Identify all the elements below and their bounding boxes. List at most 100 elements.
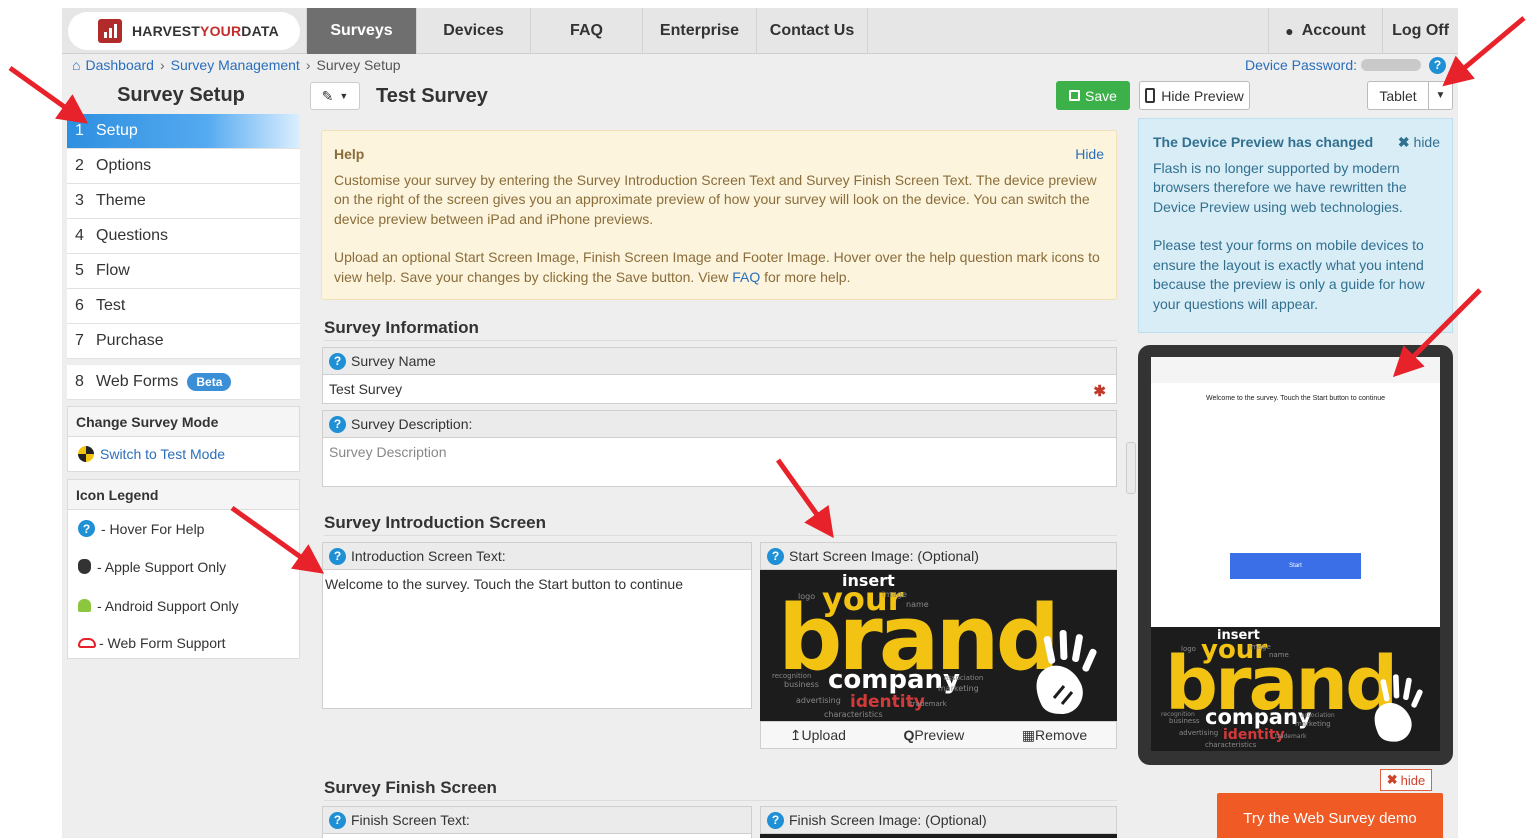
help-icon[interactable]: ?	[329, 811, 346, 829]
finish-screen-image	[760, 834, 1117, 838]
chevron-down-icon: ▼	[339, 91, 349, 101]
help-icon[interactable]: ?	[329, 415, 346, 433]
faq-link[interactable]: FAQ	[732, 269, 760, 285]
device-preview: Welcome to the survey. Touch the Start b…	[1138, 345, 1453, 765]
survey-name-input[interactable]: Test Survey ✱	[322, 375, 1117, 404]
breadcrumb-current: Survey Setup	[316, 57, 401, 73]
sidebar-title: Survey Setup	[117, 83, 245, 106]
breadcrumb-dashboard[interactable]: Dashboard	[85, 57, 154, 73]
handprint-icon	[1036, 629, 1097, 714]
start-image-label: ? Start Screen Image: (Optional)	[760, 542, 1117, 570]
user-icon: ●	[1285, 23, 1294, 39]
help-icon[interactable]: ?	[329, 547, 346, 565]
step-theme[interactable]: 3 Theme	[67, 184, 300, 219]
survey-information-heading: Survey Information	[324, 318, 1117, 341]
save-button[interactable]: Save	[1056, 81, 1130, 110]
step-setup[interactable]: 1 Setup	[67, 114, 300, 149]
device-screen-header	[1151, 357, 1440, 383]
nav-account[interactable]: ● Account	[1268, 8, 1382, 54]
change-mode-title: Change Survey Mode	[68, 407, 299, 437]
web-survey-demo-button[interactable]: Try the Web Survey demo	[1217, 793, 1443, 838]
intro-text-input[interactable]: Welcome to the survey. Touch the Start b…	[322, 570, 752, 709]
finish-screen-heading: Survey Finish Screen	[324, 778, 1117, 801]
upload-icon: ↥	[789, 726, 802, 743]
step-options[interactable]: 2 Options	[67, 149, 300, 184]
magnifier-icon: Q	[903, 727, 915, 743]
cloud-icon	[78, 637, 96, 648]
edit-title-dropdown[interactable]: ✎ ▼	[310, 82, 360, 110]
device-screen: Welcome to the survey. Touch the Start b…	[1151, 357, 1440, 627]
notice-paragraph-2: Please test your forms on mobile devices…	[1153, 237, 1425, 312]
pane-splitter[interactable]	[1126, 442, 1136, 494]
legend-apple: - Apple Support Only	[68, 547, 299, 586]
finish-text-input[interactable]	[322, 834, 752, 838]
demo-hide-button[interactable]: ✖ hide	[1380, 769, 1432, 791]
device-password: Device Password: ?	[1245, 54, 1446, 76]
nav-tab-contact[interactable]: Contact Us	[756, 8, 868, 54]
notice-title: The Device Preview has changed	[1153, 134, 1374, 150]
notice-hide-link[interactable]: ✖ hide	[1398, 133, 1440, 153]
step-purchase[interactable]: 7 Purchase	[67, 324, 300, 359]
survey-description-input[interactable]: Survey Description	[322, 438, 1117, 487]
top-nav: HARVESTYOURDATA Surveys Devices FAQ Ente…	[62, 8, 1458, 54]
arrow-to-tablet-dropdown	[1442, 16, 1526, 87]
logo-text: HARVESTYOURDATA	[132, 23, 279, 39]
breadcrumb-survey-management[interactable]: Survey Management	[171, 57, 300, 73]
start-screen-image: insert your brand company identity logo …	[760, 570, 1117, 721]
floppy-icon	[1069, 90, 1081, 101]
help-icon: ?	[78, 520, 95, 537]
device-password-value-redacted	[1361, 59, 1421, 71]
step-web-forms[interactable]: 8 Web Forms Beta	[67, 365, 300, 400]
device-select-caret[interactable]: ▼	[1428, 81, 1453, 110]
survey-description-label: ? Survey Description:	[322, 410, 1117, 438]
logo-chart-icon	[98, 19, 122, 43]
logo[interactable]: HARVESTYOURDATA	[68, 12, 300, 50]
device-select[interactable]: Tablet	[1367, 81, 1429, 110]
remove-button[interactable]: ▦Remove	[1022, 727, 1087, 744]
help-box: Help Hide Customise your survey by enter…	[321, 130, 1117, 300]
nav-tab-devices[interactable]: Devices	[416, 8, 530, 54]
apple-icon	[78, 559, 91, 574]
breadcrumb-separator: ›	[159, 57, 165, 73]
home-icon: ⌂	[72, 57, 81, 73]
trash-icon: ▦	[1021, 726, 1036, 743]
nav-tab-surveys[interactable]: Surveys	[306, 8, 416, 54]
help-icon[interactable]: ?	[1429, 56, 1446, 74]
handprint-icon	[1374, 674, 1423, 742]
switch-test-mode[interactable]: Switch to Test Mode	[68, 437, 299, 471]
nav-logoff[interactable]: Log Off	[1382, 8, 1458, 54]
intro-text-label: ? Introduction Screen Text:	[322, 542, 752, 570]
help-icon[interactable]: ?	[767, 547, 784, 565]
help-title: Help	[334, 146, 365, 162]
nav-tab-enterprise[interactable]: Enterprise	[642, 8, 756, 54]
nav-tab-faq[interactable]: FAQ	[530, 8, 642, 54]
survey-name-label: ? Survey Name	[322, 347, 1117, 375]
change-mode-panel: Change Survey Mode Switch to Test Mode	[67, 406, 300, 472]
required-asterisk-icon: ✱	[1093, 383, 1106, 400]
finish-text-label: ? Finish Screen Text:	[322, 806, 752, 834]
help-paragraph-2: Upload an optional Start Screen Image, F…	[334, 249, 1100, 285]
preview-intro-text: Welcome to the survey. Touch the Start b…	[1206, 395, 1385, 402]
mobile-icon	[1145, 88, 1156, 103]
step-questions[interactable]: 4 Questions	[67, 219, 300, 254]
hide-preview-button[interactable]: Hide Preview	[1139, 81, 1250, 110]
finish-image-label: ? Finish Screen Image: (Optional)	[760, 806, 1117, 834]
test-mode-icon	[78, 446, 94, 462]
help-icon[interactable]: ?	[767, 811, 784, 829]
help-paragraph-1: Customise your survey by entering the Su…	[334, 171, 1097, 227]
step-test[interactable]: 6 Test	[67, 289, 300, 324]
help-icon[interactable]: ?	[329, 352, 346, 370]
legend-android: - Android Support Only	[68, 586, 299, 625]
close-icon: ✖	[1397, 134, 1410, 150]
pencil-icon: ✎	[321, 87, 334, 104]
survey-title: Test Survey	[376, 84, 488, 107]
icon-legend-title: Icon Legend	[68, 480, 299, 510]
android-icon	[78, 599, 91, 612]
preview-button[interactable]: QPreview	[904, 727, 965, 743]
preview-start-button[interactable]: Start	[1230, 553, 1361, 579]
upload-button[interactable]: ↥Upload	[790, 727, 846, 744]
help-hide-link[interactable]: Hide	[1075, 145, 1104, 165]
device-preview-notice: The Device Preview has changed ✖ hide Fl…	[1138, 118, 1453, 333]
step-flow[interactable]: 5 Flow	[67, 254, 300, 289]
intro-screen-heading: Survey Introduction Screen	[324, 513, 1117, 536]
